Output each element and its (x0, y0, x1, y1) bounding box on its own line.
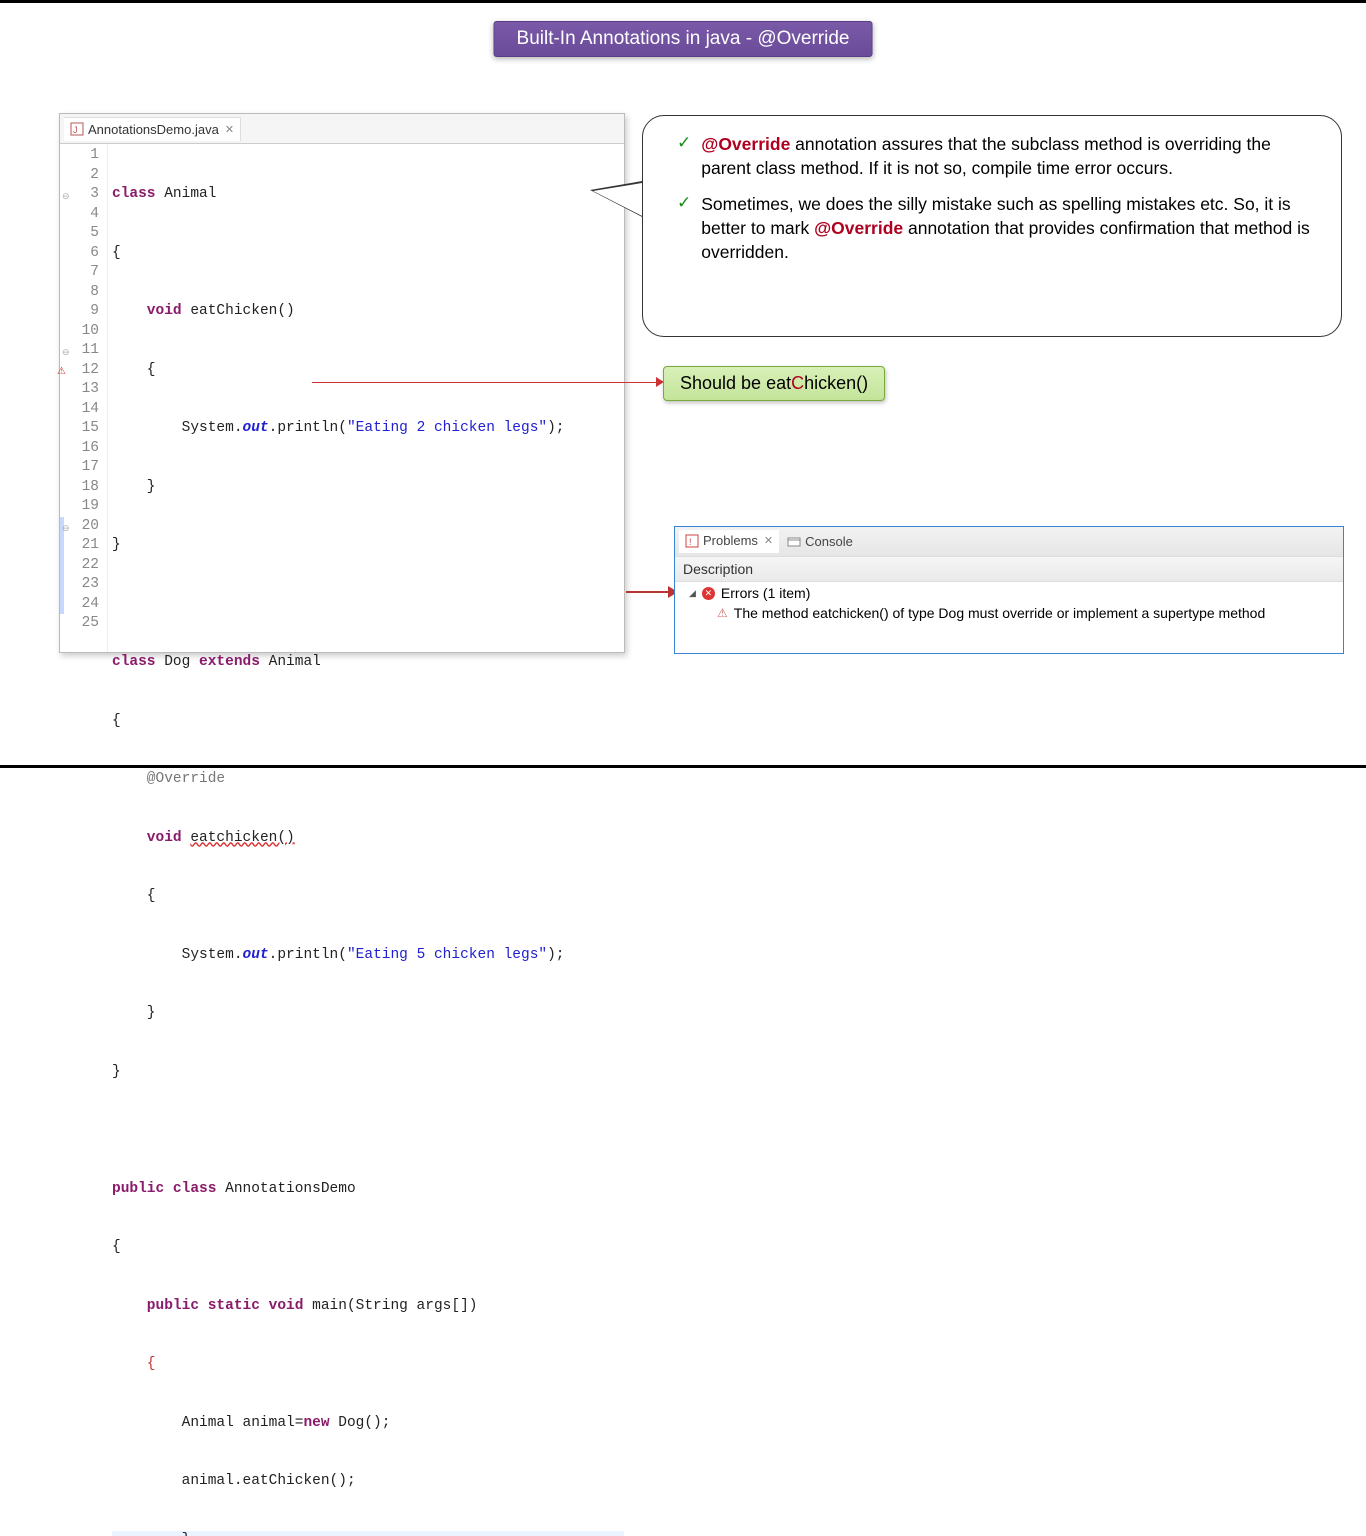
console-icon (787, 535, 801, 549)
tab-console[interactable]: Console (781, 531, 859, 552)
title-text: Built-In Annotations in java - @Override (517, 28, 850, 49)
svg-text:!: ! (689, 537, 692, 547)
error-item[interactable]: ⚠ The method eatchicken() of type Dog mu… (675, 603, 1343, 623)
line-gutter: 1 2 ⊖3 4 5 6 7 8 9 10 ⊖11 ⚠12 13 14 15 1… (60, 144, 108, 652)
code-body[interactable]: 1 2 ⊖3 4 5 6 7 8 9 10 ⊖11 ⚠12 13 14 15 1… (60, 144, 624, 652)
close-icon[interactable]: ✕ (225, 123, 234, 136)
svg-text:J: J (73, 125, 78, 135)
title-banner: Built-In Annotations in java - @Override (494, 21, 873, 57)
close-icon[interactable]: ✕ (764, 534, 773, 547)
arrow-to-problems (626, 591, 672, 593)
problems-tabbar: ! Problems ✕ Console (675, 527, 1343, 557)
explanation-bubble: ✓ @Override annotation assures that the … (642, 115, 1342, 337)
errors-group[interactable]: ◢ ✕ Errors (1 item) (675, 582, 1343, 603)
error-marker-icon: ⚠ (52, 363, 66, 377)
error-warning-icon: ⚠ (717, 606, 728, 620)
editor-tabbar: J AnnotationsDemo.java ✕ (60, 114, 624, 144)
explanation-line-1: @Override annotation assures that the su… (701, 132, 1317, 180)
code-content[interactable]: class Animal { void eatChicken() { Syste… (108, 144, 624, 652)
java-file-icon: J (70, 122, 84, 136)
arrow-to-hint (312, 382, 662, 383)
problems-panel: ! Problems ✕ Console Description ◢ ✕ Err… (674, 526, 1344, 654)
check-icon: ✓ (677, 132, 691, 180)
editor-tab-label: AnnotationsDemo.java (88, 122, 219, 137)
hint-box: Should be eatChicken() (663, 366, 885, 401)
problems-icon: ! (685, 534, 699, 548)
problems-column-header[interactable]: Description (675, 557, 1343, 582)
explanation-line-2: Sometimes, we does the silly mistake suc… (701, 192, 1317, 264)
collapse-triangle-icon[interactable]: ◢ (689, 588, 696, 599)
code-editor: J AnnotationsDemo.java ✕ 1 2 ⊖3 4 5 6 7 … (59, 113, 625, 653)
error-icon: ✕ (702, 587, 715, 600)
check-icon: ✓ (677, 192, 691, 264)
editor-tab[interactable]: J AnnotationsDemo.java ✕ (64, 117, 241, 141)
tab-problems[interactable]: ! Problems ✕ (679, 530, 779, 553)
